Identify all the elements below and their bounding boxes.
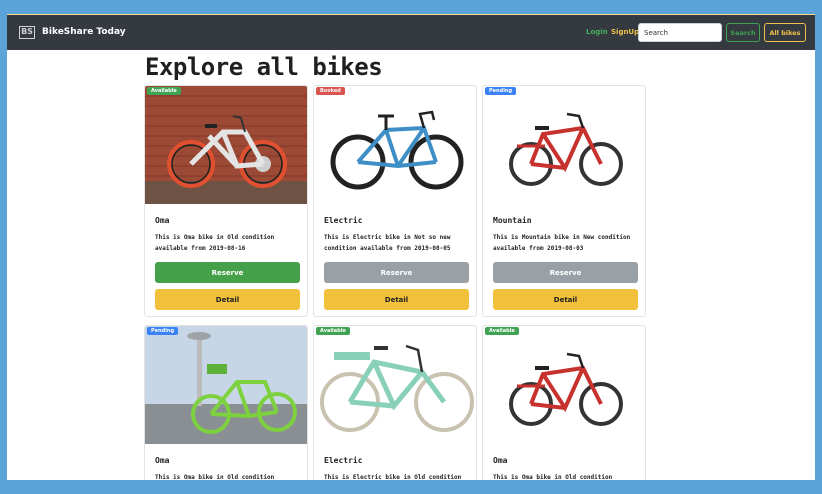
card-text: This is Electric bike in Not so new cond… [324, 234, 451, 252]
navbar: BS BikeShare Today Login SignUp Search A… [7, 14, 815, 50]
bike-card: Available Oma This is Oma bike in Old co… [144, 85, 308, 317]
detail-button[interactable]: Detail [324, 289, 469, 310]
bike-image [483, 326, 645, 444]
reserve-button[interactable]: Reserve [493, 262, 638, 283]
reserve-button[interactable]: Reserve [155, 262, 300, 283]
bike-card: Booked Electric This is Electric bike in… [313, 85, 477, 317]
card-text: This is Oma bike in Old condition availa… [493, 474, 613, 480]
bike-image [314, 326, 476, 444]
card-text: This is Oma bike in Old condition availa… [155, 474, 275, 480]
bike-card: Pending Oma This is Oma bike in Old cond… [144, 325, 308, 480]
bike-image [145, 86, 307, 204]
status-badge: Available [316, 327, 350, 335]
card-title: Oma [155, 216, 170, 225]
bike-card: Pending Mountain This is Mountain bike i… [482, 85, 646, 317]
card-text: This is Mountain bike in New condition a… [493, 234, 631, 252]
login-link[interactable]: Login [586, 26, 608, 38]
search-button[interactable]: Search [726, 23, 760, 42]
status-badge: Available [147, 87, 181, 95]
detail-button[interactable]: Detail [493, 289, 638, 310]
all-bikes-button[interactable]: All bikes [764, 23, 806, 42]
search-input[interactable] [638, 23, 722, 42]
status-badge: Booked [316, 87, 345, 95]
card-text: This is Oma bike in Old condition availa… [155, 234, 275, 252]
page-title: Explore all bikes [145, 53, 383, 81]
bike-card: Available Oma This is Oma bike in Old co… [482, 325, 646, 480]
brand-logo-icon[interactable]: BS [19, 26, 35, 39]
bike-card: Available Electric This is Electric bike… [313, 325, 477, 480]
card-title: Oma [155, 456, 170, 465]
bike-image [145, 326, 307, 444]
signup-link[interactable]: SignUp [611, 26, 639, 38]
card-title: Electric [324, 216, 363, 225]
browser-viewport: BS BikeShare Today Login SignUp Search A… [7, 14, 815, 480]
card-title: Electric [324, 456, 363, 465]
card-title: Oma [493, 456, 508, 465]
brand-name[interactable]: BikeShare Today [42, 25, 126, 39]
status-badge: Pending [147, 327, 179, 335]
detail-button[interactable]: Detail [155, 289, 300, 310]
status-badge: Pending [485, 87, 517, 95]
bike-image [483, 86, 645, 204]
bike-image [314, 86, 476, 204]
card-text: This is Electric bike in Old condition [324, 474, 462, 480]
status-badge: Available [485, 327, 519, 335]
card-title: Mountain [493, 216, 532, 225]
reserve-button[interactable]: Reserve [324, 262, 469, 283]
